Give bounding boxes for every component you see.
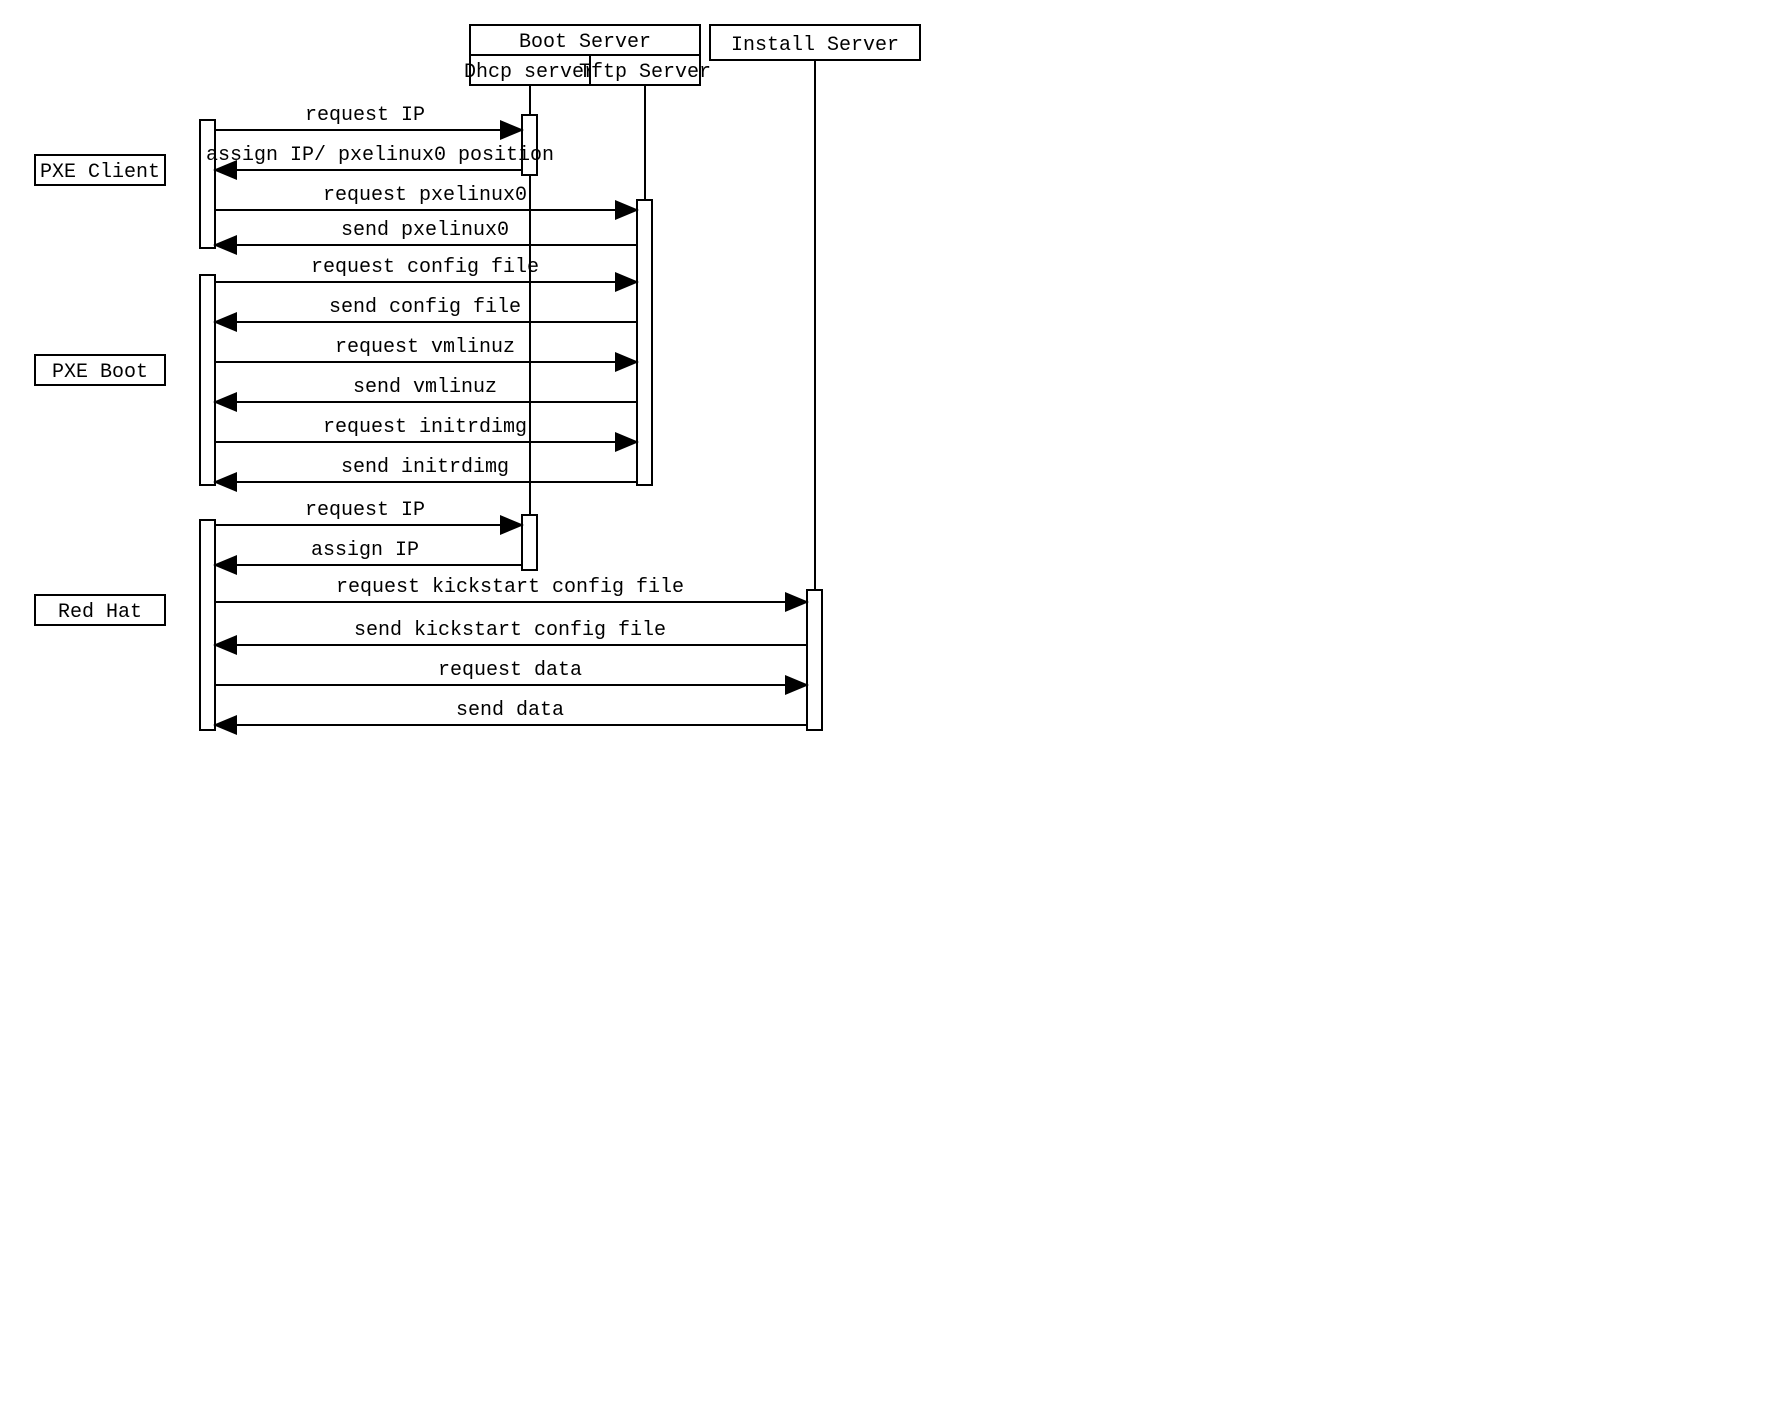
activation-pxe-client [200, 120, 215, 248]
msg-12: assign IP [311, 539, 419, 562]
msg-13: request kickstart config file [336, 576, 684, 599]
sequence-diagram: Boot Server Dhcp server Tftp Server Inst… [20, 20, 1240, 1030]
msg-2: assign IP/ pxelinux0 position [206, 144, 554, 167]
msg-6: send config file [329, 296, 521, 319]
install-server-label: Install Server [731, 34, 899, 57]
msg-9: request initrdimg [323, 416, 527, 439]
msg-3: request pxelinux0 [323, 184, 527, 207]
msg-16: send data [456, 699, 564, 722]
msg-7: request vmlinuz [335, 336, 515, 359]
dhcp-server-label: Dhcp server [464, 61, 596, 84]
msg-10: send initrdimg [341, 456, 509, 479]
boot-server-label: Boot Server [519, 31, 651, 54]
msg-14: send kickstart config file [354, 619, 666, 642]
msg-8: send vmlinuz [353, 376, 497, 399]
activation-dhcp-2 [522, 515, 537, 570]
activation-install [807, 590, 822, 730]
msg-15: request data [438, 659, 582, 682]
msg-4: send pxelinux0 [341, 219, 509, 242]
msg-11: request IP [305, 499, 425, 522]
pxe-client-label: PXE Client [40, 161, 160, 184]
activation-pxe-boot [200, 275, 215, 485]
activation-tftp [637, 200, 652, 485]
msg-1: request IP [305, 104, 425, 127]
pxe-boot-label: PXE Boot [52, 361, 148, 384]
msg-5: request config file [311, 256, 539, 279]
red-hat-label: Red Hat [58, 601, 142, 624]
tftp-server-label: Tftp Server [579, 61, 711, 84]
activation-red-hat [200, 520, 215, 730]
